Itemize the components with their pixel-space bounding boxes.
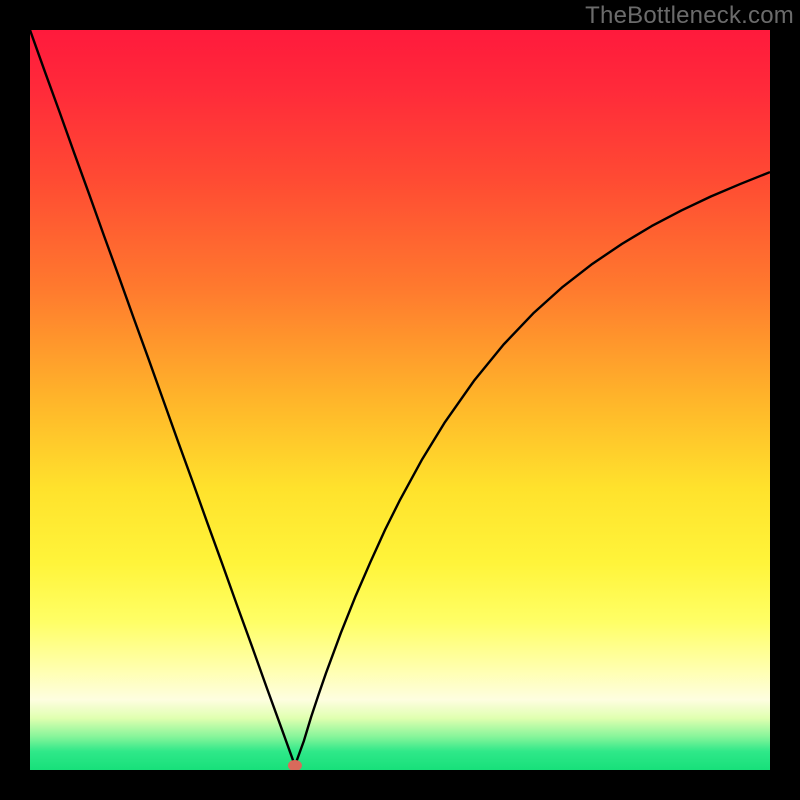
bottleneck-chart bbox=[30, 30, 770, 770]
watermark-text: TheBottleneck.com bbox=[585, 2, 794, 30]
gradient-background bbox=[30, 30, 770, 770]
chart-frame: TheBottleneck.com bbox=[0, 0, 800, 800]
